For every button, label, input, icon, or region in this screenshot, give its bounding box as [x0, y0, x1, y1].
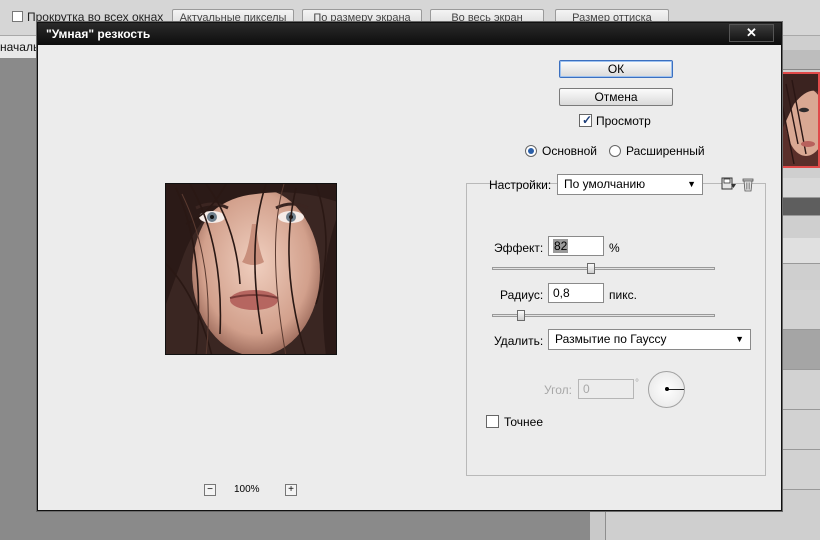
amount-value: 82 [553, 239, 569, 253]
navigator-thumbnail-image [780, 74, 818, 166]
trash-glyph [742, 178, 754, 192]
remove-value: Размытие по Гауссу [555, 332, 667, 346]
settings-select[interactable]: По умолчанию ▼ [557, 174, 703, 195]
preview-area[interactable] [40, 48, 458, 503]
amount-label: Эффект: [494, 241, 544, 255]
preview-label: Просмотр [596, 114, 651, 128]
close-icon: ✕ [746, 25, 757, 40]
dialog-titlebar[interactable]: "Умная" резкость ✕ [38, 23, 781, 45]
dialog-title: "Умная" резкость [46, 27, 151, 41]
angle-input[interactable]: 0 [578, 379, 634, 399]
checkmark-icon: ✓ [582, 113, 593, 127]
radius-slider-thumb[interactable] [517, 310, 525, 321]
basic-mode-radio[interactable] [525, 145, 537, 157]
radius-label: Радиус: [500, 288, 544, 302]
amount-unit: % [609, 241, 620, 255]
amount-input[interactable]: 82 [548, 236, 604, 256]
radius-slider-track[interactable] [492, 314, 715, 317]
radius-input[interactable]: 0,8 [548, 283, 604, 303]
plus-icon: + [288, 484, 294, 495]
amount-slider-thumb[interactable] [587, 263, 595, 274]
radius-unit: пикс. [609, 288, 637, 302]
zoom-level: 100% [234, 484, 260, 495]
zoom-out-button[interactable]: − [204, 484, 216, 496]
settings-value: По умолчанию [564, 177, 646, 191]
cancel-button[interactable]: Отмена [559, 88, 673, 106]
save-preset-icon[interactable] [721, 176, 737, 192]
ok-button[interactable]: ОК [559, 60, 673, 78]
remove-label: Удалить: [494, 334, 544, 348]
basic-mode-label: Основной [542, 144, 598, 158]
angle-label: Угол: [544, 383, 572, 397]
scroll-all-windows-checkbox[interactable] [12, 11, 23, 22]
angle-dial-needle [667, 389, 684, 390]
preview-checkbox[interactable]: ✓ [579, 113, 593, 127]
advanced-mode-radio[interactable] [609, 145, 621, 157]
radius-value: 0,8 [553, 286, 570, 300]
more-accurate-checkbox[interactable] [486, 415, 499, 428]
amount-slider-track[interactable] [492, 267, 715, 270]
dropdown-arrow-icon: ▼ [687, 179, 696, 189]
navigator-thumbnail[interactable] [778, 72, 820, 168]
more-accurate-label: Точнее [504, 415, 544, 429]
smart-sharpen-dialog: "Умная" резкость ✕ − 100% + ОК Отмена ✓ … [37, 22, 782, 511]
remove-select[interactable]: Размытие по Гауссу ▼ [548, 329, 751, 350]
trash-icon[interactable] [740, 176, 756, 192]
angle-dial[interactable] [648, 371, 685, 408]
preview-image[interactable] [165, 183, 337, 355]
dropdown-arrow-icon: ▼ [735, 334, 744, 344]
angle-value: 0 [583, 382, 590, 396]
advanced-mode-label: Расширенный [626, 144, 705, 158]
save-preset-glyph [721, 177, 736, 190]
angle-dial-center [665, 387, 669, 391]
settings-label: Настройки: [489, 178, 552, 192]
angle-unit: ° [635, 378, 639, 389]
minus-icon: − [207, 484, 213, 495]
zoom-in-button[interactable]: + [285, 484, 297, 496]
close-button[interactable]: ✕ [729, 24, 774, 42]
portrait-image [166, 184, 336, 354]
